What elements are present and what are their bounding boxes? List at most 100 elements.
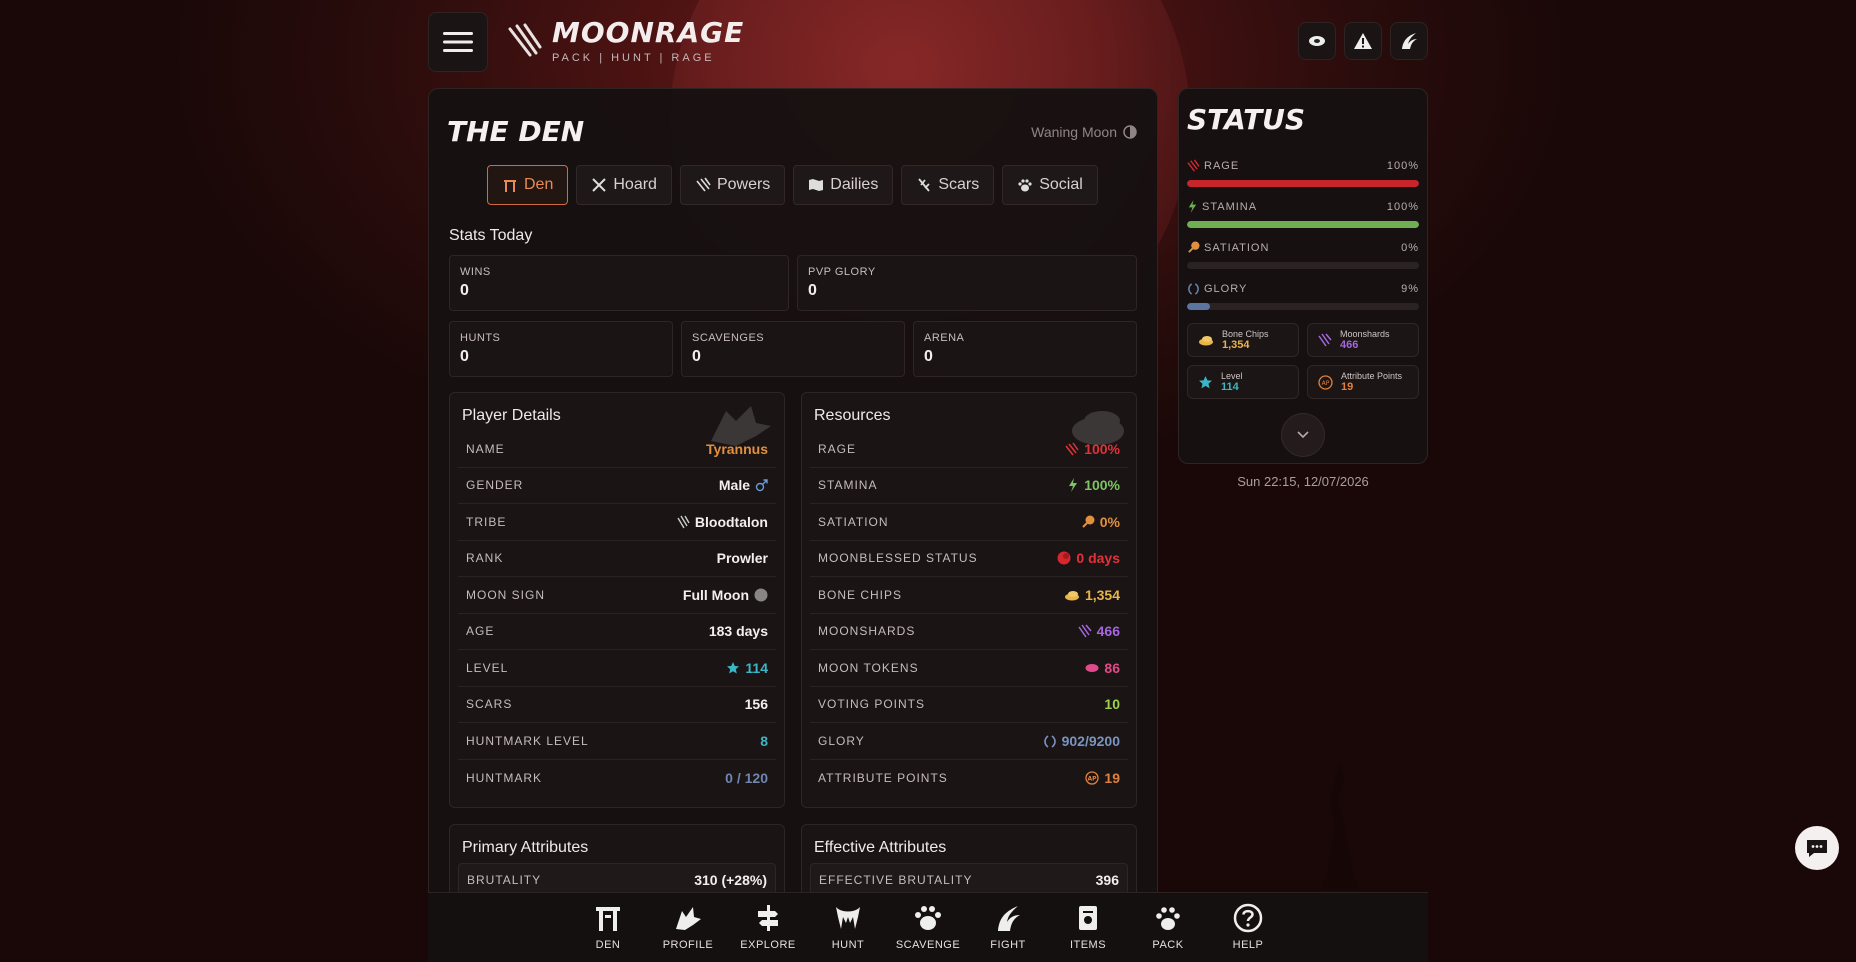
wolf-head-icon xyxy=(673,903,703,933)
stat-wins: WINS 0 xyxy=(449,255,789,311)
player-details-card: Player Details NAME Tyrannus GENDER Male… xyxy=(449,392,785,808)
bone-chips-value: 1,354 xyxy=(1064,587,1120,603)
stat-label: PVP GLORY xyxy=(808,266,876,278)
nav-help[interactable]: HELP xyxy=(1220,903,1276,962)
nav-label: FIGHT xyxy=(990,939,1026,951)
bone-chips-icon xyxy=(1198,334,1214,346)
top-warning-button[interactable] xyxy=(1344,22,1382,60)
glory-value: 902/9200 xyxy=(1043,733,1120,749)
stat-value: 0 xyxy=(808,282,817,299)
row-value: 0 / 120 xyxy=(725,769,768,786)
nav-pack[interactable]: PACK xyxy=(1140,903,1196,962)
mini-value: 19 xyxy=(1341,381,1354,393)
den-tabs: Den Hoard Powers Dailies Scars Social xyxy=(487,165,1098,205)
tab-social[interactable]: Social xyxy=(1002,165,1098,205)
rage-claw-icon xyxy=(1187,159,1200,172)
status-expand-button[interactable] xyxy=(1281,413,1325,457)
row-value: 310 (+28%) xyxy=(694,872,767,888)
row-value: 8 xyxy=(760,732,768,749)
row-value: Bloodtalon xyxy=(694,513,768,530)
nav-scavenge[interactable]: SCAVENGE xyxy=(896,903,960,962)
nav-items[interactable]: ITEMS xyxy=(1060,903,1116,962)
male-symbol-icon xyxy=(755,479,768,492)
tab-den-label: Den xyxy=(524,176,554,193)
crossed-tools-icon xyxy=(591,177,607,193)
status-title: STATUS xyxy=(1187,103,1306,136)
row-value: Male xyxy=(718,477,750,494)
nav-explore[interactable]: EXPLORE xyxy=(740,903,796,962)
stat-label: ARENA xyxy=(924,332,965,344)
bar-label: RAGE xyxy=(1204,159,1240,172)
moon-sign-value: Full Moon xyxy=(683,587,768,603)
row-label: AGE xyxy=(466,624,495,639)
detail-row-level: LEVEL 114 xyxy=(458,650,776,687)
tab-scars[interactable]: Scars xyxy=(901,165,995,205)
brand-logo[interactable]: MOONRAGE PACK | HUNT | RAGE xyxy=(506,18,744,64)
nav-den[interactable]: DEN xyxy=(580,903,636,962)
rage-bar-fill xyxy=(1187,180,1419,187)
status-bar-stamina: STAMINA 100% xyxy=(1187,200,1419,228)
bar-value: 100% xyxy=(1386,200,1419,213)
resource-row-moon-tokens: MOON TOKENS 86 xyxy=(810,650,1128,687)
row-label: HUNTMARK xyxy=(466,770,542,785)
moonshard-icon xyxy=(1078,624,1092,638)
row-label: MOONBLESSED STATUS xyxy=(818,551,978,566)
row-label: GLORY xyxy=(818,733,865,748)
full-moon-icon xyxy=(754,588,768,602)
resource-row-voting-points: VOTING POINTS 10 xyxy=(810,687,1128,723)
detail-row-huntmark-level: HUNTMARK LEVEL 8 xyxy=(458,723,776,760)
ap-icon: AP xyxy=(1318,374,1333,390)
mini-bone-chips[interactable]: Bone Chips 1,354 xyxy=(1187,323,1299,357)
detail-row-age: AGE 183 days xyxy=(458,614,776,650)
row-value: 100% xyxy=(1084,477,1120,494)
mini-moonshards[interactable]: Moonshards 466 xyxy=(1307,323,1419,357)
bone-chips-watermark-icon xyxy=(1068,401,1128,451)
resource-row-satiation: SATIATION 0% xyxy=(810,504,1128,541)
mini-attribute-points[interactable]: AP Attribute Points 19 xyxy=(1307,365,1419,399)
warning-icon xyxy=(1353,32,1373,50)
row-label: STAMINA xyxy=(818,478,878,493)
nav-label: DEN xyxy=(595,939,621,951)
row-label: MOONSHARDS xyxy=(818,624,916,639)
tab-den[interactable]: Den xyxy=(487,165,569,205)
tab-hoard[interactable]: Hoard xyxy=(576,165,672,205)
half-moon-icon xyxy=(1123,124,1137,139)
mini-level[interactable]: Level 114 xyxy=(1187,365,1299,399)
row-value: 466 xyxy=(1096,623,1120,640)
row-label: BONE CHIPS xyxy=(818,587,903,602)
status-bar-satiation: SATIATION 0% xyxy=(1187,241,1419,269)
bar-value: 100% xyxy=(1386,159,1419,172)
tab-powers[interactable]: Powers xyxy=(679,165,786,205)
token-icon xyxy=(1085,663,1099,673)
row-value: 902/9200 xyxy=(1061,732,1120,749)
row-label: VOTING POINTS xyxy=(818,697,926,712)
nav-hunt[interactable]: HUNT xyxy=(820,903,876,962)
stamina-value: 100% xyxy=(1067,477,1120,493)
meat-icon xyxy=(1308,33,1326,49)
bar-value: 0% xyxy=(1401,241,1419,254)
hamburger-menu-button[interactable] xyxy=(428,12,488,72)
scavenge-paw-icon xyxy=(913,903,943,933)
stamina-bar-fill xyxy=(1187,221,1419,228)
glory-bar-fill xyxy=(1187,303,1210,310)
row-label: LEVEL xyxy=(466,660,509,675)
nav-fight[interactable]: FIGHT xyxy=(980,903,1036,962)
row-label: RAGE xyxy=(818,441,857,456)
chat-button[interactable] xyxy=(1795,826,1839,870)
row-value: 10 xyxy=(1104,696,1120,713)
row-value: 396 xyxy=(1095,872,1119,888)
top-meat-button[interactable] xyxy=(1298,22,1336,60)
den-arch-icon xyxy=(593,903,623,933)
tab-dailies[interactable]: Dailies xyxy=(793,165,894,205)
laurel-icon xyxy=(1043,734,1057,748)
top-actions xyxy=(1298,22,1428,60)
nav-profile[interactable]: PROFILE xyxy=(660,903,716,962)
detail-row-moon-sign: MOON SIGN Full Moon xyxy=(458,577,776,614)
bar-label: STAMINA xyxy=(1202,200,1258,213)
top-claw-button[interactable] xyxy=(1390,22,1428,60)
claw-marks-icon xyxy=(506,23,542,59)
meat-icon xyxy=(1187,241,1200,254)
tab-scars-label: Scars xyxy=(938,176,980,193)
nav-label: SCAVENGE xyxy=(895,939,961,951)
wolf-watermark-icon xyxy=(706,401,776,451)
